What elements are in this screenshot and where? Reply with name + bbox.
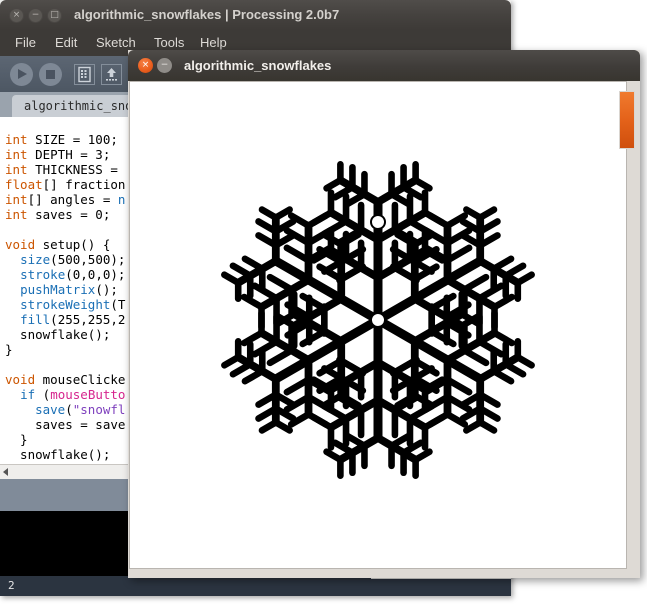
sketch-tab[interactable]: algorithmic_sno <box>12 95 145 117</box>
sketch-canvas-frame <box>128 81 640 578</box>
source-code[interactable]: int SIZE = 100; int DEPTH = 3; int THICK… <box>5 132 125 477</box>
run-button[interactable] <box>10 63 33 86</box>
play-icon <box>18 69 27 79</box>
minimize-icon: − <box>160 60 169 70</box>
close-icon: × <box>12 10 21 20</box>
stop-icon <box>46 70 55 79</box>
menu-item-edit[interactable]: Edit <box>48 30 84 56</box>
line-number-indicator: 2 <box>8 579 15 592</box>
menu-item-file[interactable]: File <box>8 30 43 56</box>
stop-button[interactable] <box>39 63 62 86</box>
pde-titlebar[interactable]: × − □ algorithmic_snowflakes | Processin… <box>0 0 511 30</box>
screen: × − □ algorithmic_snowflakes | Processin… <box>0 0 647 610</box>
sketch-window-title: algorithmic_snowflakes <box>184 58 332 73</box>
pde-maximize-button[interactable]: □ <box>47 8 62 23</box>
status-bar: 2 <box>0 576 511 596</box>
sketch-display-window: × − algorithmic_snowflakes <box>128 50 640 578</box>
sketch-minimize-button[interactable]: − <box>157 58 172 73</box>
close-icon: × <box>141 60 150 70</box>
scroll-left-arrow-icon[interactable] <box>3 468 8 476</box>
new-sketch-button[interactable] <box>74 64 95 85</box>
open-sketch-button[interactable] <box>101 64 122 85</box>
minimize-icon: − <box>31 10 40 20</box>
pde-close-button[interactable]: × <box>9 8 24 23</box>
new-document-icon <box>78 66 91 83</box>
open-upload-icon <box>106 68 117 81</box>
pde-window-title: algorithmic_snowflakes | Processing 2.0b… <box>74 7 340 22</box>
sketch-scrollbar-thumb[interactable] <box>619 91 635 149</box>
pde-minimize-button[interactable]: − <box>28 8 43 23</box>
snowflake-fractal <box>221 161 535 479</box>
sketch-close-button[interactable]: × <box>138 58 153 73</box>
sketch-titlebar[interactable]: × − algorithmic_snowflakes <box>128 50 640 81</box>
maximize-icon: □ <box>50 10 59 20</box>
sketch-canvas[interactable] <box>129 81 627 569</box>
